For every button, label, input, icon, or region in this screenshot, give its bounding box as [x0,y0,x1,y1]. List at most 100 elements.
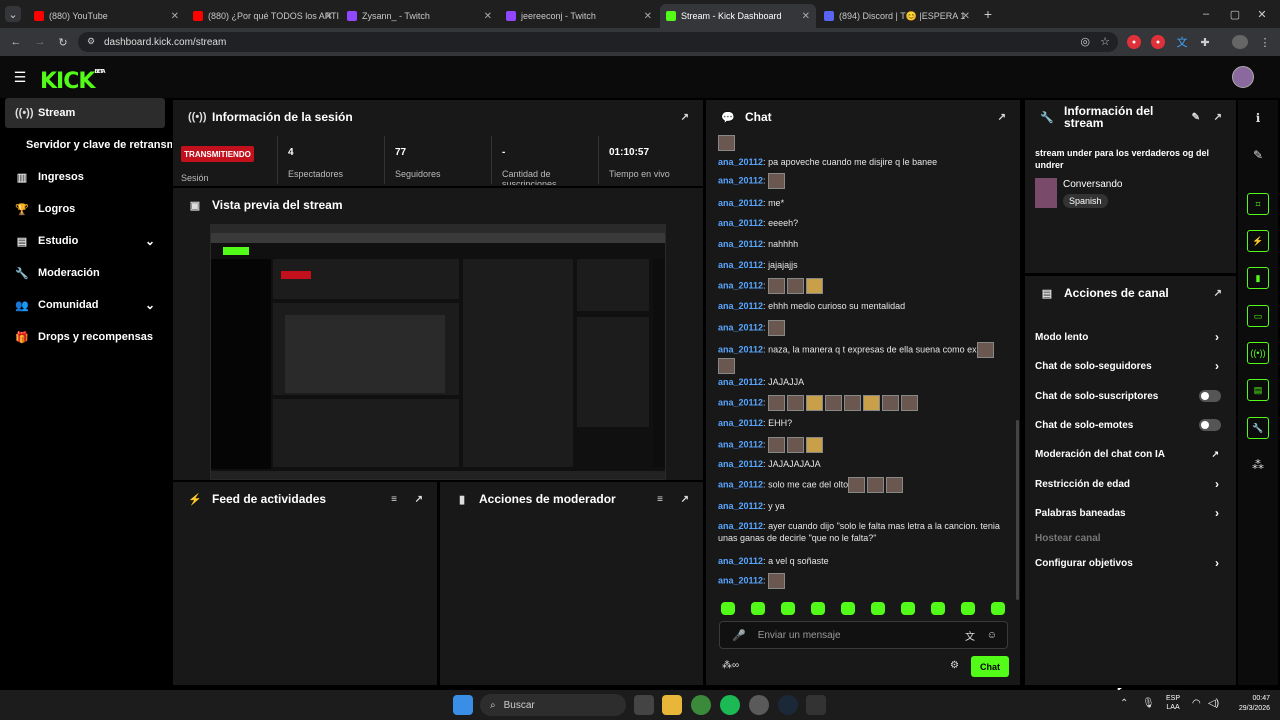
channel-action-row[interactable]: Moderación del chat con IA ↗ [1035,447,1225,461]
filter-icon[interactable]: ≡ [391,494,397,505]
rail-button[interactable]: ⌗ [1238,189,1278,219]
chevron-down-icon[interactable]: ⌄ [145,234,155,248]
translate-icon[interactable]: 文 [965,628,975,643]
emote-quick-button[interactable] [901,602,915,615]
popout-icon[interactable]: ↗ [415,494,423,505]
channel-action-row[interactable]: Chat de solo-emotes [1035,418,1225,432]
chat-username[interactable]: ana_20112 [718,556,763,566]
emote-quick-button[interactable] [781,602,795,615]
browser-tab[interactable]: Stream - Kick Dashboard ✕ [660,4,816,28]
edit-pencil-icon[interactable]: ✎ [1192,112,1200,123]
popout-icon[interactable]: ↗ [998,112,1006,123]
emote-quick-button[interactable] [841,602,855,615]
tab-close-icon[interactable]: ✕ [802,11,810,22]
chat-username[interactable]: ana_20112 [718,501,763,511]
chevron-right-icon[interactable]: › [1215,477,1219,491]
epic-games-icon[interactable] [806,695,826,715]
kick-logo[interactable]: KICKBETA [40,69,106,94]
url-input[interactable]: ⚙ dashboard.kick.com/stream ◎ ☆ [78,32,1118,52]
channel-action-row[interactable]: Palabras baneadas › [1035,506,1225,520]
browser-tab[interactable]: (894) Discord | T😊 |ESPERA 1 ✕ [818,4,976,28]
chat-username[interactable]: ana_20112 [718,459,763,469]
chat-settings-icon[interactable]: ⚙ [950,660,959,671]
rail-button[interactable]: ⚡ [1238,226,1278,256]
tab-close-icon[interactable]: ✕ [484,11,492,22]
chat-username[interactable]: ana_20112 [718,418,763,428]
chat-username[interactable]: ana_20112 [718,198,763,208]
chat-username[interactable]: ana_20112 [718,521,763,531]
sidebar-item[interactable]: 👥 Comunidad ⌄ [5,290,165,320]
chat-username[interactable]: ana_20112 [718,157,763,167]
popout-icon[interactable]: ↗ [1214,112,1222,123]
chevron-right-icon[interactable]: › [1215,506,1219,520]
profile-avatar-icon[interactable] [1232,35,1248,49]
translate-icon[interactable]: 文 [1175,35,1189,49]
file-explorer-icon[interactable] [662,695,682,715]
chat-username[interactable]: ana_20112 [718,344,763,354]
chat-username[interactable]: ana_20112 [718,377,763,387]
forward-icon[interactable]: → [32,34,48,50]
chevron-down-icon[interactable]: ⌄ [145,298,155,312]
toggle-switch[interactable] [1199,390,1221,402]
extension-icon[interactable]: ● [1127,35,1141,49]
channel-action-row[interactable]: Modo lento › [1035,330,1225,344]
extension-icon[interactable]: ● [1151,35,1165,49]
chat-username[interactable]: ana_20112 [718,397,763,407]
sidebar-item[interactable]: ((•)) Stream [5,98,165,128]
filter-icon[interactable]: ≡ [657,494,663,505]
chevron-right-icon[interactable]: › [1215,330,1219,344]
chat-username[interactable]: ana_20112 [718,239,763,249]
chat-stats-icon[interactable]: ⁂∞ [722,660,739,671]
taskbar-search[interactable]: ⌕ Buscar [480,694,626,716]
extensions-puzzle-icon[interactable]: ✚ [1198,35,1212,49]
tab-search-icon[interactable]: ⌄ [5,6,21,22]
minimize-button[interactable]: – [1196,6,1216,22]
emote-quick-button[interactable] [811,602,825,615]
browser-tab[interactable]: jeereeconj - Twitch ✕ [500,4,658,28]
info-icon[interactable]: ℹ [1238,103,1278,133]
external-link-icon[interactable]: ↗ [1211,449,1219,460]
task-view-icon[interactable] [634,695,654,715]
tab-close-icon[interactable]: ✕ [171,11,179,22]
emote-quick-button[interactable] [871,602,885,615]
eye-off-icon[interactable]: ◎ [1080,35,1090,48]
microphone-icon[interactable]: 🎙 [1142,698,1155,709]
app-icon[interactable] [749,695,769,715]
tab-close-icon[interactable]: ✕ [962,11,970,22]
stream-preview-video[interactable] [210,224,666,480]
browser-tab[interactable]: (880) YouTube ✕ [28,4,185,28]
chat-username[interactable]: ana_20112 [718,175,763,185]
tray-chevron-icon[interactable]: ⌃ [1120,698,1128,709]
maximize-button[interactable]: ▢ [1225,6,1245,22]
language-indicator[interactable]: ESP LAA [1166,694,1180,712]
chevron-right-icon[interactable]: › [1215,359,1219,373]
rail-button[interactable]: ▮ [1238,263,1278,293]
toggle-switch[interactable] [1199,419,1221,431]
wifi-icon[interactable]: ◠ [1192,698,1201,709]
emote-quick-button[interactable] [931,602,945,615]
emote-quick-button[interactable] [751,602,765,615]
microphone-icon[interactable]: 🎤 [732,629,746,642]
channel-action-row[interactable]: Chat de solo-suscriptores [1035,389,1225,403]
steam-icon[interactable] [778,695,798,715]
layout-icon[interactable]: ⁂ [1238,450,1278,480]
popout-icon[interactable]: ↗ [681,494,689,505]
user-avatar[interactable] [1232,66,1254,88]
close-window-button[interactable]: ✕ [1252,6,1272,22]
browser-menu-icon[interactable]: ⋮ [1259,35,1271,49]
channel-action-row[interactable]: Restricción de edad › [1035,477,1225,491]
chat-message-input[interactable]: 🎤 Enviar un mensaje 文 ☺ [719,621,1008,649]
popout-icon[interactable]: ↗ [681,112,689,123]
sidebar-item[interactable]: 🏆 Logros [5,194,165,224]
browser-tab[interactable]: Zysann_ - Twitch ✕ [341,4,498,28]
sidebar-item[interactable]: 🎁 Drops y recompensas [5,322,165,352]
chat-username[interactable]: ana_20112 [718,322,763,332]
chat-username[interactable]: ana_20112 [718,260,763,270]
chat-scrollbar[interactable] [1016,420,1019,600]
tab-close-icon[interactable]: ✕ [325,11,333,22]
channel-action-row[interactable]: Chat de solo-seguidores › [1035,359,1225,373]
windows-start-icon[interactable] [453,695,473,715]
spotify-icon[interactable] [720,695,740,715]
volume-icon[interactable]: ◁) [1208,698,1219,709]
back-icon[interactable]: ← [8,34,24,50]
